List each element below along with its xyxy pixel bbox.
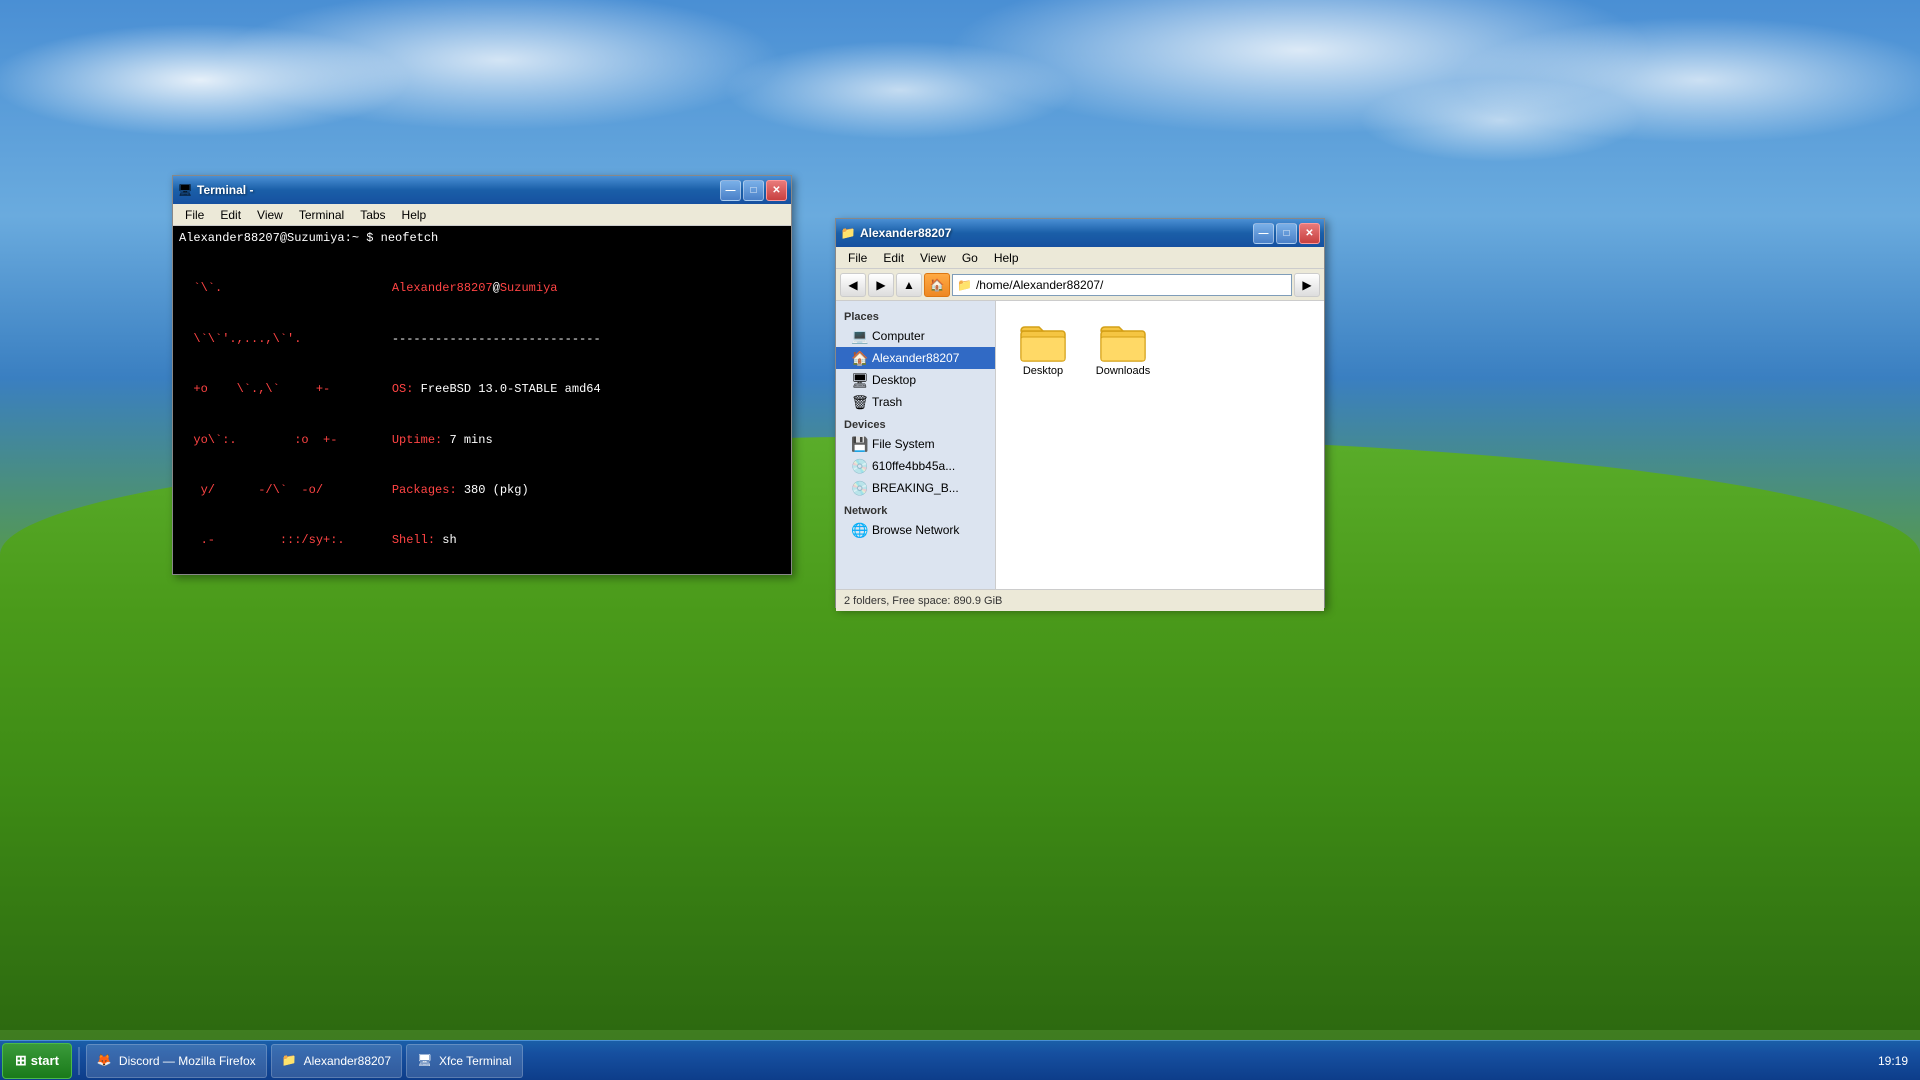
firefox-icon: 🦊 [97, 1053, 113, 1069]
terminal-menubar: File Edit View Terminal Tabs Help [173, 204, 791, 226]
fm-menu-go[interactable]: Go [954, 249, 986, 267]
filemanager-statusbar: 2 folders, Free space: 890.9 GiB [836, 589, 1324, 611]
home-icon: 🏠 [852, 350, 868, 366]
terminal-menu-help[interactable]: Help [394, 206, 435, 224]
fm-menu-edit[interactable]: Edit [875, 249, 912, 267]
sidebar-610-label: 610ffe4bb45a... [872, 459, 955, 473]
filemanager-menubar: File Edit View Go Help [836, 247, 1324, 269]
taskbar-firefox-label: Discord — Mozilla Firefox [119, 1054, 256, 1068]
folder-downloads-icon [1099, 317, 1147, 365]
sidebar-item-filesystem[interactable]: 💾 File System [836, 433, 995, 455]
taskbar-divider [78, 1047, 80, 1075]
taskbar-clock: 19:19 [1866, 1054, 1920, 1068]
terminal-content[interactable]: Alexander88207@Suzumiya:~ $ neofetch `\`… [173, 226, 791, 574]
fm-address-text: /home/Alexander88207/ [976, 278, 1103, 292]
taskbar-item-firefox[interactable]: 🦊 Discord — Mozilla Firefox [86, 1044, 267, 1078]
sidebar-item-browsenetwork[interactable]: 🌐 Browse Network [836, 519, 995, 541]
sidebar-item-desktop[interactable]: 🖥 Desktop [836, 369, 995, 391]
sidebar-item-610[interactable]: 💿 610ffe4bb45a... [836, 455, 995, 477]
fm-menu-help[interactable]: Help [986, 249, 1027, 267]
filemanager-toolbar: ◀ ▶ ▲ 🏠 📁 /home/Alexander88207/ ▶ [836, 269, 1324, 301]
taskbar: ⊞ start 🦊 Discord — Mozilla Firefox 📁 Al… [0, 1040, 1920, 1080]
terminal-minimize-btn[interactable]: — [720, 180, 741, 201]
filemanager-taskbar-icon: 📁 [282, 1053, 298, 1069]
terminal-menu-file[interactable]: File [177, 206, 212, 224]
fm-home-btn[interactable]: 🏠 [924, 273, 950, 297]
taskbar-filemanager-label: Alexander88207 [304, 1054, 391, 1068]
trash-icon: 🗑 [852, 394, 868, 410]
sidebar-trash-label: Trash [872, 395, 902, 409]
filemanager-titlebar: 📁 Alexander88207 — □ ✕ [836, 219, 1324, 247]
sidebar-places-header: Places [836, 305, 995, 325]
filemanager-close-btn[interactable]: ✕ [1299, 223, 1320, 244]
fm-forward-btn[interactable]: ▶ [868, 273, 894, 297]
terminal-menu-edit[interactable]: Edit [212, 206, 249, 224]
sidebar-filesystem-label: File System [872, 437, 935, 451]
desktop: 🖥 Terminal - — □ ✕ File Edit View Termin… [0, 0, 1920, 1080]
terminal-title-icon: 🖥 [177, 182, 193, 198]
network-icon: 🌐 [852, 522, 868, 538]
sidebar-computer-label: Computer [872, 329, 925, 343]
desktop-sidebar-icon: 🖥 [852, 372, 868, 388]
sidebar-item-computer[interactable]: 💻 Computer [836, 325, 995, 347]
sidebar-devices-header: Devices [836, 413, 995, 433]
disc610-icon: 💿 [852, 458, 868, 474]
file-downloads-label: Downloads [1096, 365, 1150, 377]
taskbar-item-filemanager[interactable]: 📁 Alexander88207 [271, 1044, 402, 1078]
start-button[interactable]: ⊞ start [2, 1043, 72, 1079]
windows-logo-icon: ⊞ [15, 1052, 27, 1069]
file-item-downloads[interactable]: Downloads [1088, 313, 1158, 381]
sidebar-network-header: Network [836, 499, 995, 519]
filemanager-status-text: 2 folders, Free space: 890.9 GiB [844, 595, 1002, 607]
taskbar-terminal-label: Xfce Terminal [439, 1054, 511, 1068]
fm-back-btn[interactable]: ◀ [840, 273, 866, 297]
folder-desktop-icon [1019, 317, 1067, 365]
sidebar-item-trash[interactable]: 🗑 Trash [836, 391, 995, 413]
filemanager-main: Desktop Downloads [996, 301, 1324, 589]
sidebar-breaking-label: BREAKING_B... [872, 481, 959, 495]
sidebar-item-breaking[interactable]: 💿 BREAKING_B... [836, 477, 995, 499]
filemanager-sidebar: Places 💻 Computer 🏠 Alexander88207 🖥 Des… [836, 301, 996, 589]
terminal-menu-tabs[interactable]: Tabs [352, 206, 393, 224]
terminal-taskbar-icon: 🖥 [417, 1053, 433, 1069]
file-item-desktop[interactable]: Desktop [1008, 313, 1078, 381]
terminal-close-btn[interactable]: ✕ [766, 180, 787, 201]
filemanager-title-text: Alexander88207 [860, 226, 1253, 240]
sidebar-desktop-label: Desktop [872, 373, 916, 387]
terminal-title-text: Terminal - [197, 183, 720, 197]
terminal-titlebar: 🖥 Terminal - — □ ✕ [173, 176, 791, 204]
terminal-window-controls: — □ ✕ [720, 180, 787, 201]
fm-go-btn[interactable]: ▶ [1294, 273, 1320, 297]
fm-address-bar[interactable]: 📁 /home/Alexander88207/ [952, 274, 1292, 296]
sidebar-home-label: Alexander88207 [872, 351, 959, 365]
filemanager-maximize-btn[interactable]: □ [1276, 223, 1297, 244]
computer-icon: 💻 [852, 328, 868, 344]
terminal-window: 🖥 Terminal - — □ ✕ File Edit View Termin… [172, 175, 792, 575]
taskbar-item-terminal[interactable]: 🖥 Xfce Terminal [406, 1044, 522, 1078]
filemanager-window: 📁 Alexander88207 — □ ✕ File Edit View Go… [835, 218, 1325, 608]
filesystem-icon: 💾 [852, 436, 868, 452]
fm-menu-view[interactable]: View [912, 249, 954, 267]
filemanager-window-controls: — □ ✕ [1253, 223, 1320, 244]
discbreaking-icon: 💿 [852, 480, 868, 496]
start-label: start [31, 1053, 59, 1068]
terminal-menu-view[interactable]: View [249, 206, 291, 224]
filemanager-minimize-btn[interactable]: — [1253, 223, 1274, 244]
filemanager-body: Places 💻 Computer 🏠 Alexander88207 🖥 Des… [836, 301, 1324, 589]
fm-up-btn[interactable]: ▲ [896, 273, 922, 297]
sidebar-browsenetwork-label: Browse Network [872, 523, 959, 537]
clock-time: 19:19 [1878, 1054, 1908, 1068]
filemanager-title-icon: 📁 [840, 225, 856, 241]
fm-menu-file[interactable]: File [840, 249, 875, 267]
terminal-menu-terminal[interactable]: Terminal [291, 206, 352, 224]
terminal-maximize-btn[interactable]: □ [743, 180, 764, 201]
file-desktop-label: Desktop [1023, 365, 1063, 377]
sidebar-item-home[interactable]: 🏠 Alexander88207 [836, 347, 995, 369]
